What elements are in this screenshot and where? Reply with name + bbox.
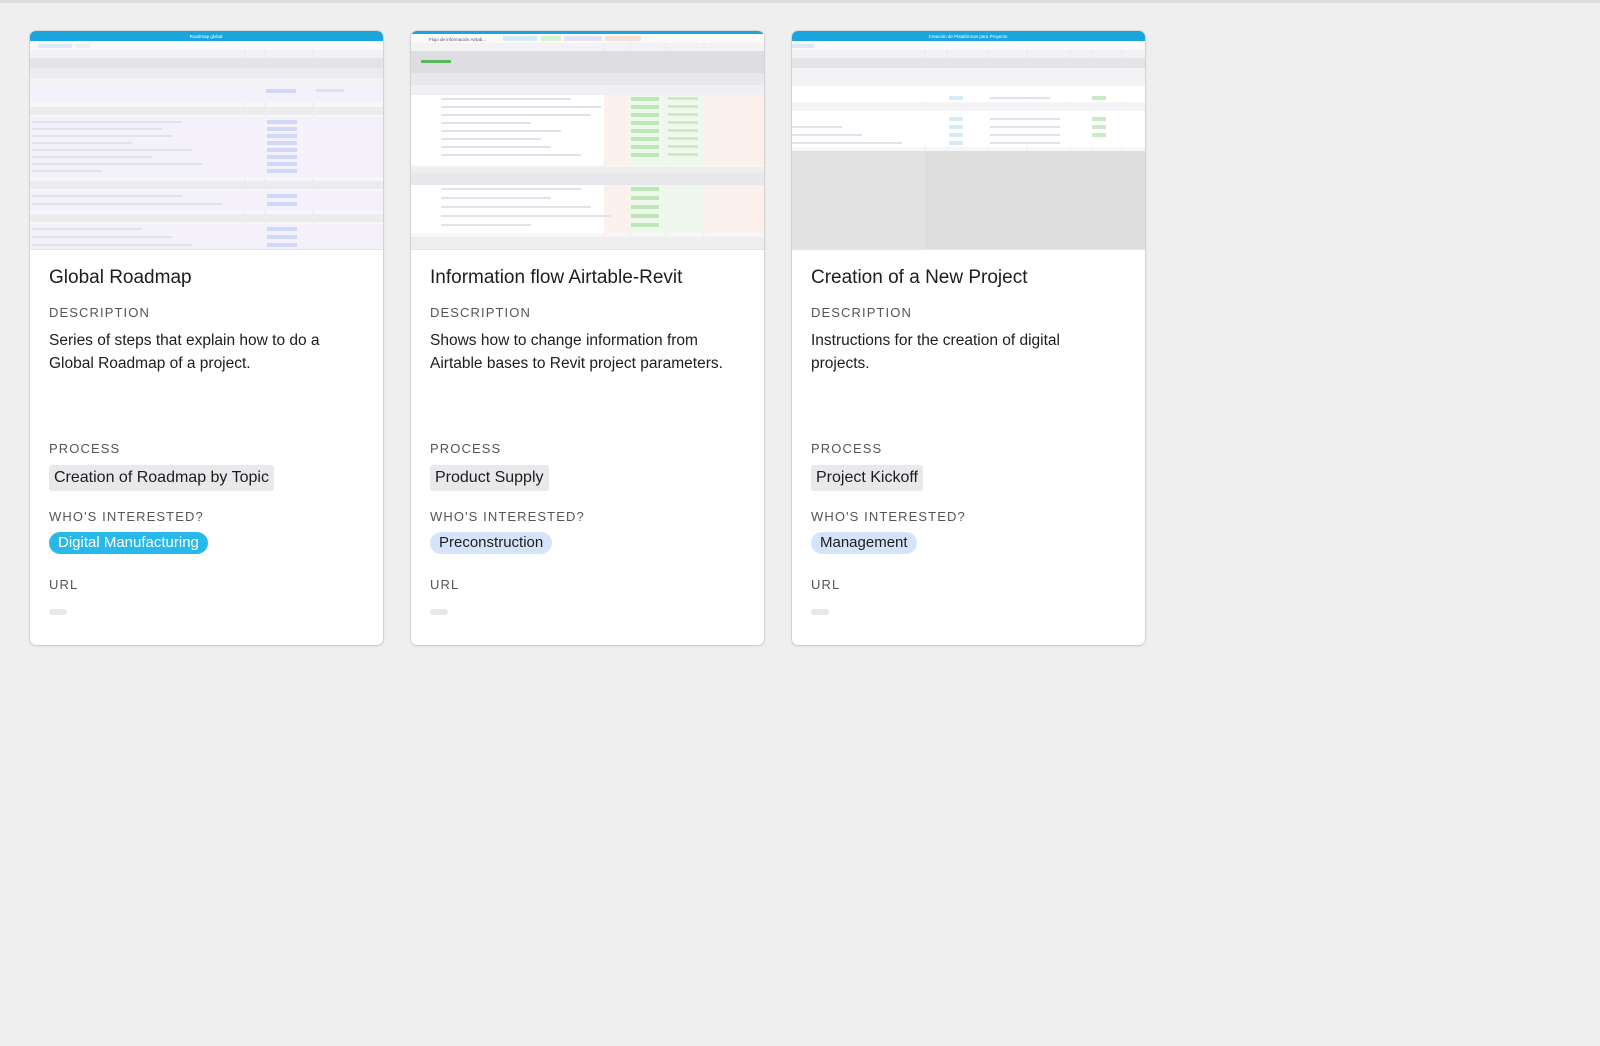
top-divider (0, 0, 1600, 3)
description-text: Shows how to change information from Air… (430, 332, 723, 372)
whos-interested-label: WHO'S INTERESTED? (49, 509, 204, 524)
record-card[interactable]: Flujo de información Airtab... Informati… (411, 31, 764, 645)
thumbnail-title: Roadmap global (190, 34, 223, 39)
process-label: PROCESS (430, 441, 502, 456)
interested-tag: Digital Manufacturing (49, 532, 208, 554)
url-label: URL (49, 577, 79, 592)
thumbnail-title: Creación de Plataformas para Proyecto (929, 34, 1008, 39)
url-placeholder (811, 609, 829, 615)
process-tag: Creation of Roadmap by Topic (49, 465, 274, 491)
description-label: DESCRIPTION (811, 305, 912, 320)
interested-tag: Management (811, 532, 917, 554)
url-label: URL (430, 577, 460, 592)
url-label: URL (811, 577, 841, 592)
process-label: PROCESS (49, 441, 121, 456)
whos-interested-label: WHO'S INTERESTED? (430, 509, 585, 524)
description-text: Instructions for the creation of digital… (811, 332, 1060, 372)
process-tag: Project Kickoff (811, 465, 923, 491)
card-thumbnail: Roadmap global (30, 31, 383, 250)
card-title: Information flow Airtable-Revit (430, 267, 683, 288)
card-thumbnail: Flujo de información Airtab... (411, 31, 764, 250)
description-label: DESCRIPTION (49, 305, 150, 320)
record-card[interactable]: Creación de Plataformas para Proyecto Cr… (792, 31, 1145, 645)
whos-interested-label: WHO'S INTERESTED? (811, 509, 966, 524)
gallery-grid: Roadmap global Global Roadmap DESCRIPTIO… (30, 31, 1145, 645)
process-label: PROCESS (811, 441, 883, 456)
record-card[interactable]: Roadmap global Global Roadmap DESCRIPTIO… (30, 31, 383, 645)
thumbnail-title: Flujo de información Airtab... (429, 37, 486, 42)
process-tag: Product Supply (430, 465, 549, 491)
card-title: Global Roadmap (49, 267, 192, 288)
url-placeholder (49, 609, 67, 615)
description-label: DESCRIPTION (430, 305, 531, 320)
card-thumbnail: Creación de Plataformas para Proyecto (792, 31, 1145, 250)
description-text: Series of steps that explain how to do a… (49, 332, 320, 372)
card-title: Creation of a New Project (811, 267, 1028, 288)
interested-tag: Preconstruction (430, 532, 553, 554)
url-placeholder (430, 609, 448, 615)
